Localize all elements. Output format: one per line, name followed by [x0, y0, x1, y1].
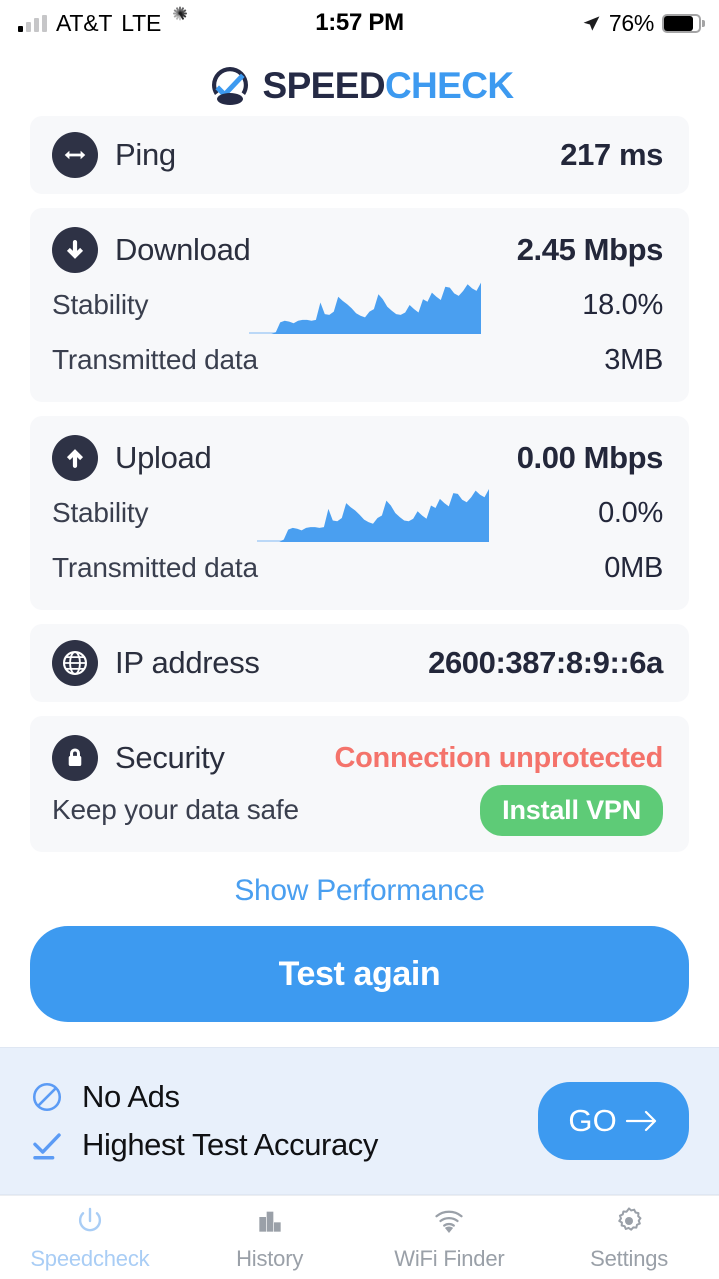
globe-icon — [52, 640, 98, 686]
app-logo: SPEEDCHECK — [0, 54, 719, 116]
spinner-icon — [170, 6, 189, 33]
carrier-label: AT&T — [56, 9, 113, 36]
upload-transmitted-value: 0MB — [604, 551, 663, 584]
wifi-icon — [432, 1204, 466, 1238]
upload-stability-row: Stability 0.0% — [52, 484, 663, 542]
ping-row: Ping 217 ms — [52, 132, 663, 178]
check-underline-icon — [33, 1133, 61, 1160]
arrow-right-icon — [625, 1110, 657, 1132]
security-card: Security Connection unprotected Keep you… — [30, 716, 689, 852]
promo-item-no-ads: No Ads — [30, 1079, 378, 1115]
battery-percent-label: 76% — [608, 9, 654, 36]
upload-stability-label: Stability — [52, 497, 149, 528]
arrow-up-icon — [52, 435, 98, 481]
download-card: Download 2.45 Mbps Stability 18.0% Trans… — [30, 208, 689, 402]
upload-card: Upload 0.00 Mbps Stability 0.0% Transmit… — [30, 416, 689, 610]
tab-label-history: History — [236, 1245, 304, 1271]
promo-label-no-ads: No Ads — [82, 1079, 180, 1114]
bar-chart-icon — [254, 1204, 286, 1238]
ip-address-value: 2600:387:8:9::6a — [428, 645, 663, 680]
brand-name-check: CHECK — [384, 64, 514, 106]
download-label: Download — [115, 232, 251, 267]
upload-stability-chart — [148, 484, 598, 542]
cellular-signal-icon — [18, 14, 47, 32]
brand-name-speed: SPEED — [262, 64, 386, 106]
results-list: Ping 217 ms Download 2.45 Mbps Stability — [0, 116, 719, 852]
download-transmitted-value: 3MB — [604, 343, 663, 376]
install-vpn-button[interactable]: Install VPN — [480, 784, 663, 836]
location-arrow-icon — [583, 15, 600, 31]
status-bar-left: AT&T LTE — [18, 6, 189, 37]
security-tagline-row: Keep your data safe Install VPN — [52, 784, 663, 836]
show-performance-link[interactable]: Show Performance — [0, 874, 719, 908]
download-value: 2.45 Mbps — [516, 232, 664, 267]
download-transmitted-row: Transmitted data 3MB — [52, 334, 663, 386]
tab-speedcheck[interactable]: Speedcheck — [0, 1196, 180, 1279]
tab-label-speedcheck: Speedcheck — [30, 1245, 150, 1271]
brand-wordmark: SPEEDCHECK — [262, 64, 515, 106]
upload-row: Upload 0.00 Mbps — [52, 432, 663, 484]
status-bar-right: 76% — [582, 9, 705, 37]
bottom-tab-bar: Speedcheck History WiFi Finder Settings — [0, 1195, 719, 1279]
download-row: Download 2.45 Mbps — [52, 224, 663, 276]
network-type-label: LTE — [121, 9, 162, 36]
tab-label-settings: Settings — [590, 1245, 669, 1271]
upload-transmitted-row: Transmitted data 0MB — [52, 542, 663, 594]
security-label: Security — [115, 740, 225, 775]
tab-history[interactable]: History — [180, 1196, 360, 1279]
test-again-button[interactable]: Test again — [30, 926, 689, 1022]
upload-transmitted-label: Transmitted data — [52, 552, 258, 583]
ping-label: Ping — [115, 137, 176, 172]
ip-address-label: IP address — [115, 645, 260, 680]
upload-label: Upload — [115, 440, 212, 475]
ip-address-row: IP address 2600:387:8:9::6a — [52, 640, 663, 686]
download-stability-chart — [148, 276, 582, 334]
download-transmitted-label: Transmitted data — [52, 344, 258, 375]
app-screen: AT&T LTE 1:57 PM 76% SPEEDCHECK Ping 217… — [0, 0, 719, 1279]
upload-stability-value: 0.0% — [598, 496, 663, 529]
ping-value: 217 ms — [560, 137, 663, 172]
promo-item-accuracy: Highest Test Accuracy — [30, 1127, 378, 1163]
power-icon — [74, 1204, 106, 1238]
speedcheck-logo-icon — [211, 67, 248, 105]
tab-settings[interactable]: Settings — [539, 1196, 719, 1279]
security-tagline: Keep your data safe — [52, 794, 299, 825]
arrow-down-icon — [52, 227, 98, 273]
status-bar: AT&T LTE 1:57 PM 76% — [0, 0, 719, 46]
upload-value: 0.00 Mbps — [516, 440, 664, 475]
lock-icon — [52, 735, 98, 781]
gear-icon — [613, 1204, 645, 1238]
promo-go-button[interactable]: GO — [538, 1082, 689, 1160]
ping-card: Ping 217 ms — [30, 116, 689, 194]
battery-icon — [662, 13, 705, 33]
security-row: Security Connection unprotected — [52, 732, 663, 784]
download-stability-value: 18.0% — [582, 288, 663, 321]
premium-promo-banner[interactable]: No Ads Highest Test Accuracy GO — [0, 1047, 719, 1195]
promo-feature-list: No Ads Highest Test Accuracy — [30, 1079, 378, 1163]
tab-label-wifi-finder: WiFi Finder — [394, 1245, 505, 1271]
download-stability-row: Stability 18.0% — [52, 276, 663, 334]
ping-arrows-icon — [52, 132, 98, 178]
promo-go-label: GO — [568, 1103, 617, 1138]
no-entry-icon — [32, 1082, 62, 1112]
download-stability-label: Stability — [52, 289, 149, 320]
tab-wifi-finder[interactable]: WiFi Finder — [360, 1196, 540, 1279]
security-status: Connection unprotected — [334, 741, 663, 774]
promo-label-accuracy: Highest Test Accuracy — [82, 1127, 378, 1162]
ip-address-card: IP address 2600:387:8:9::6a — [30, 624, 689, 702]
